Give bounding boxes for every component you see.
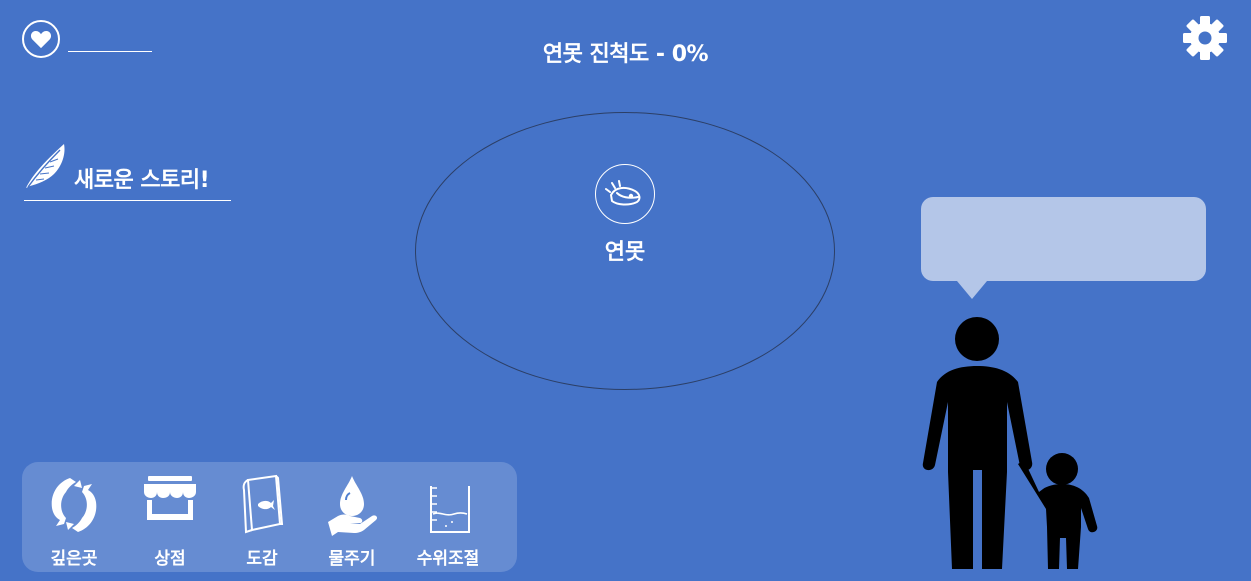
pond-label: 연못 xyxy=(604,240,646,265)
menu-item-deep[interactable]: 깊은곳 xyxy=(28,462,120,572)
pond-button[interactable] xyxy=(595,164,655,224)
menu-item-label: 상점 xyxy=(154,549,186,569)
gear-icon[interactable] xyxy=(1182,15,1228,61)
pond-fish-icon xyxy=(605,180,641,206)
speech-bubble xyxy=(921,197,1206,281)
new-story-label: 새로운 스토리! xyxy=(74,168,210,193)
menu-item-label: 깊은곳 xyxy=(50,549,98,569)
menu-item-watering[interactable]: 물주기 xyxy=(306,462,398,572)
feather-icon xyxy=(26,144,65,188)
speech-bubble-tail xyxy=(957,281,987,299)
parent-child-silhouette xyxy=(922,317,1098,569)
bottom-menu: 깊은곳 상점 도감 물주기 수위조절 xyxy=(22,462,517,572)
menu-item-label: 물주기 xyxy=(328,549,376,569)
menu-item-label: 도감 xyxy=(246,549,278,569)
water-drop-hand-icon xyxy=(328,476,378,536)
pond-progress-title: 연못 진척도 - 0% xyxy=(542,42,709,67)
menu-item-water-level[interactable]: 수위조절 xyxy=(398,462,498,572)
menu-item-label: 수위조절 xyxy=(416,549,480,569)
koi-fish-icon xyxy=(51,478,97,532)
shop-icon xyxy=(144,476,196,520)
menu-item-shop[interactable]: 상점 xyxy=(124,462,216,572)
book-icon xyxy=(242,474,284,534)
water-level-beaker-icon xyxy=(430,486,470,533)
new-story-button[interactable]: 새로운 스토리! xyxy=(24,142,231,201)
menu-item-encyclopedia[interactable]: 도감 xyxy=(216,462,308,572)
